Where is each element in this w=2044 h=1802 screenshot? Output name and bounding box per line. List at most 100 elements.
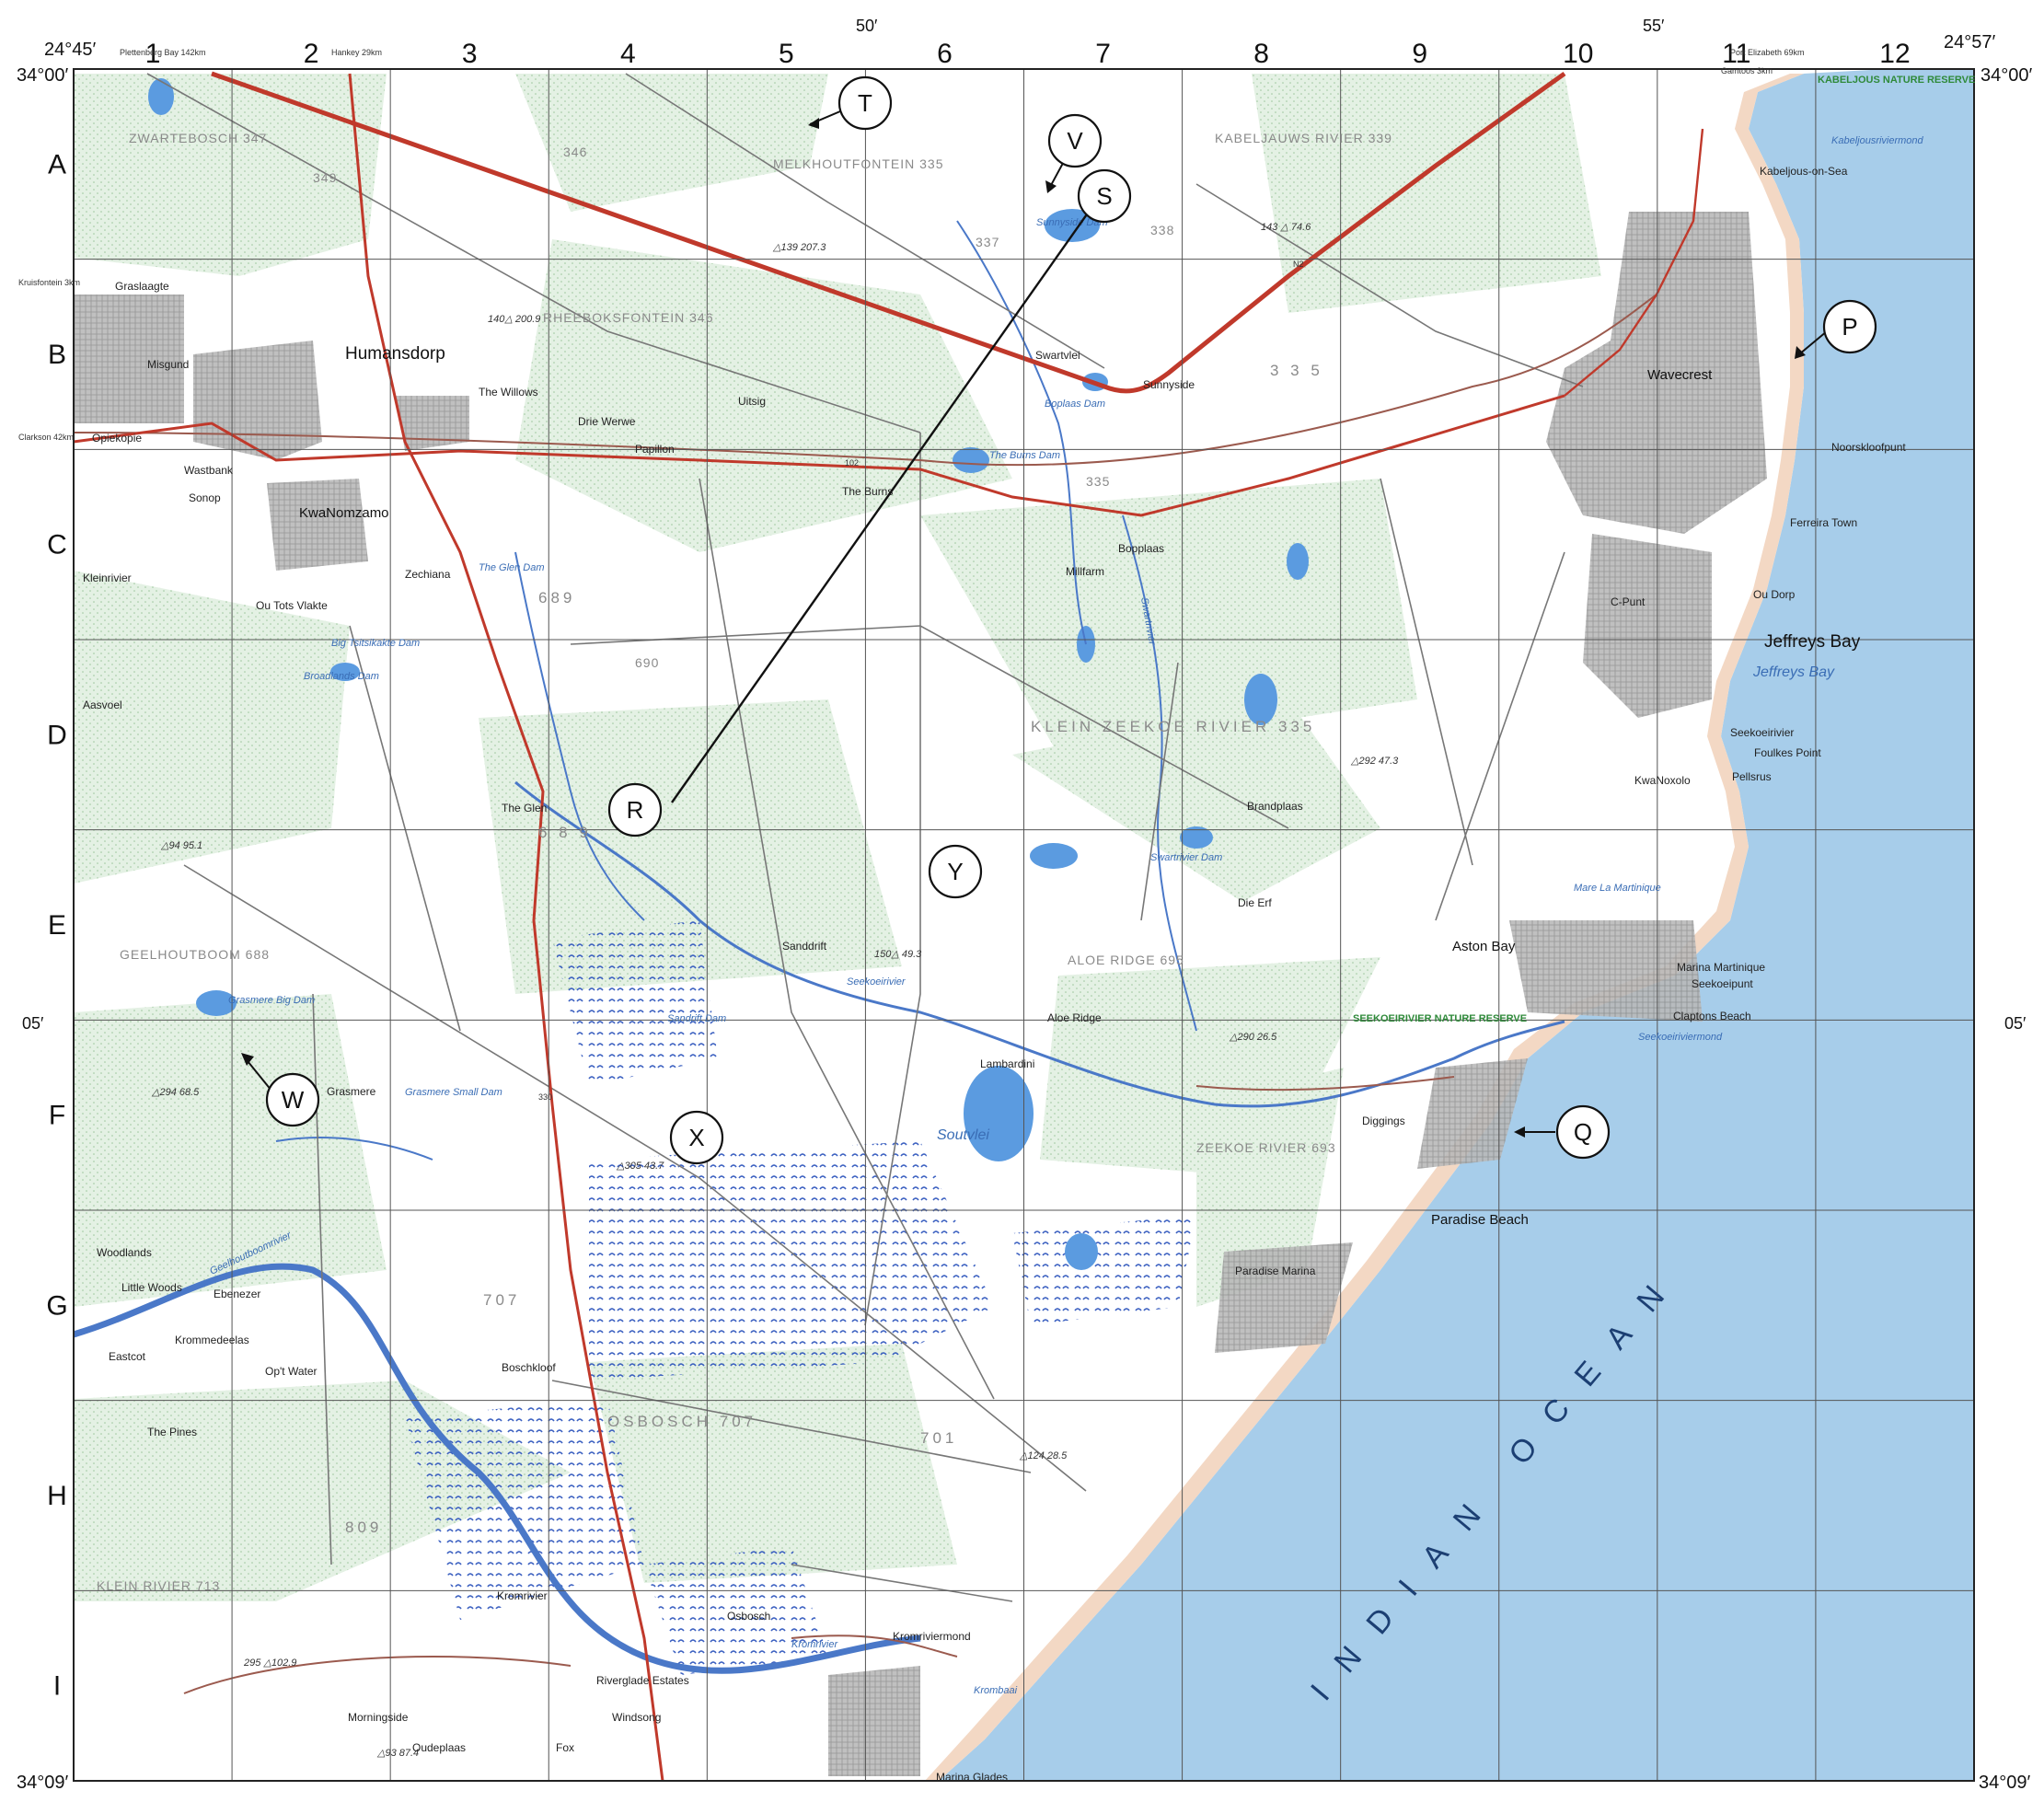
- height-295: 295 △102.9: [243, 1658, 296, 1669]
- coord-top-right-lon: 24°57′: [1944, 32, 1995, 52]
- town-paradise-beach: Paradise Beach: [1431, 1212, 1529, 1228]
- road-to-kruisfontein: Kruisfontein 3km: [18, 278, 80, 287]
- town-riverglade-estates: Riverglade Estates: [596, 1674, 689, 1687]
- grid-row-label: A: [48, 149, 66, 179]
- column-labels: 1 2 3 4 5 6 7 8 9 10 11 12: [145, 39, 1911, 69]
- town-papillon: Papillon: [635, 443, 675, 456]
- grid-row-label: D: [47, 720, 67, 750]
- swartrivier-dam-label: Swartrivier Dam: [1150, 852, 1222, 863]
- farm-346: 346: [563, 144, 587, 159]
- seekoeirivier-river-label: Seekoeirivier: [847, 976, 907, 988]
- town-kromrivier: Kromrivier: [497, 1589, 548, 1602]
- farm-689: 689: [538, 589, 575, 606]
- town-morningside: Morningside: [348, 1711, 409, 1724]
- road-to-clarkson: Clarkson 42km: [18, 433, 74, 442]
- grid-column-label: 10: [1563, 39, 1593, 69]
- grid-column-label: 2: [304, 39, 319, 69]
- marker-t: T: [837, 75, 893, 131]
- farm-707: 707: [483, 1291, 520, 1309]
- grid-row-label: F: [49, 1101, 65, 1131]
- grid-column-label: 6: [937, 39, 953, 69]
- farm-geelhoutboom: GEELHOUTBOOM 688: [120, 947, 270, 962]
- farm-3-3-5: 3 3 5: [1270, 362, 1323, 379]
- town-marina-martinique: Marina Martinique: [1677, 961, 1765, 974]
- town-fox: Fox: [556, 1741, 574, 1754]
- town-opiekopie: Opiekopie: [92, 432, 142, 445]
- town-woodlands: Woodlands: [97, 1246, 152, 1259]
- grid-row-label: E: [48, 910, 66, 941]
- grid-column-label: 3: [462, 39, 478, 69]
- height-140: 140△ 200.9: [488, 314, 540, 325]
- grid-row-label: I: [53, 1671, 61, 1702]
- marker-p: P: [1822, 299, 1877, 354]
- farm-349: 349: [313, 170, 337, 185]
- broadlands-dam-label: Broadlands Dam: [304, 671, 379, 682]
- marker-letter: X: [688, 1124, 704, 1151]
- grid-column-label: 7: [1095, 39, 1111, 69]
- farm-335: 335: [1086, 474, 1110, 489]
- town-grasmere: Grasmere: [327, 1085, 376, 1098]
- grid-column-label: 9: [1412, 39, 1427, 69]
- grasmere-small-dam-label: Grasmere Small Dam: [405, 1087, 502, 1098]
- road-r102: 102: [845, 458, 859, 468]
- farm-aloe-ridge: ALOE RIDGE 695: [1068, 953, 1184, 967]
- height-292: △292 47.3: [1350, 756, 1399, 767]
- town-sanddrift: Sanddrift: [782, 940, 827, 953]
- mare-la-martinique-label: Mare La Martinique: [1574, 883, 1661, 894]
- marker-q: Q: [1555, 1104, 1611, 1160]
- grid-column-label: 8: [1253, 39, 1269, 69]
- town-marina-glades: Marina Glades: [936, 1771, 1008, 1784]
- town-windsong: Windsong: [612, 1711, 661, 1724]
- coord-right-05: 05′: [2004, 1014, 2027, 1033]
- sandrift-dam-label: Sandrift Dam: [667, 1013, 726, 1024]
- height-305: △305 43.7: [616, 1161, 664, 1172]
- jeffreys-bay-water-label: Jeffreys Bay: [1752, 664, 1835, 680]
- height-93: △93 87.4: [376, 1748, 419, 1759]
- town-ferreira-town: Ferreira Town: [1790, 516, 1857, 529]
- town-humansdorp: Humansdorp: [345, 344, 445, 364]
- farm-klein-rivier: KLEIN RIVIER 713: [97, 1578, 220, 1593]
- coord-bottom-left-lat: 34°09′: [17, 1773, 68, 1793]
- farm-6-8-9: 6 8 9: [538, 824, 592, 841]
- marker-letter: T: [858, 89, 872, 117]
- town-brandplaas: Brandplaas: [1247, 800, 1303, 813]
- town-seekoeirivier: Seekoeirivier: [1730, 726, 1794, 739]
- town-claptons-beach: Claptons Beach: [1673, 1010, 1751, 1022]
- height-124: △124 28.5: [1019, 1450, 1068, 1461]
- coord-top-right-lat: 34°00′: [1980, 65, 2032, 86]
- farm-zwartebosch: ZWARTEBOSCH 347: [129, 131, 267, 145]
- farm-337: 337: [976, 235, 999, 249]
- kromrivier-label: Kromrivier: [791, 1639, 838, 1650]
- seekoeiriviermond-label: Seekoeiriviermond: [1638, 1032, 1723, 1043]
- town-diggings: Diggings: [1362, 1115, 1405, 1127]
- coord-top-left-lon: 24°45′: [44, 40, 96, 60]
- big-tsitsikakte-dam-label: Big Tsitsikakte Dam: [331, 638, 420, 649]
- grid-column-label: 4: [620, 39, 636, 69]
- marker-x: X: [669, 1110, 724, 1165]
- topographic-map: 1 2 3 4 5 6 7 8 9 10 11 12 ABCDEFGHI 24°45′ 34°00′ …: [0, 0, 2044, 1797]
- farm-melkhoutfontein: MELKHOUTFONTEIN 335: [773, 156, 943, 171]
- coord-bottom-right-lat: 34°09′: [1979, 1773, 2030, 1793]
- marker-letter: Q: [1574, 1118, 1592, 1146]
- marker-letter: V: [1067, 127, 1083, 155]
- marker-letter: W: [282, 1086, 305, 1114]
- the-glen-dam-label: The Glen Dam: [479, 562, 545, 573]
- road-to-hankey: Hankey 29km: [331, 48, 382, 57]
- town-ou-dorp: Ou Dorp: [1753, 588, 1796, 601]
- marker-y: Y: [928, 844, 983, 899]
- marker-r: R: [607, 782, 663, 837]
- town-zechiana: Zechiana: [405, 568, 451, 581]
- grid-row-label: C: [47, 530, 67, 560]
- farm-701: 701: [920, 1429, 957, 1447]
- town-aasvoel: Aasvoel: [83, 699, 122, 711]
- road-to-port-elizabeth: Port Elizabeth 69km: [1730, 48, 1805, 57]
- farm-rheeboksfontein: RHEEBOKSFONTEIN 346: [543, 310, 714, 325]
- town-misgund: Misgund: [147, 358, 189, 371]
- farm-zeekoe-rivier: ZEEKOE RIVIER 693: [1196, 1140, 1336, 1155]
- road-r330: 330: [538, 1092, 552, 1102]
- marker-v: V: [1047, 113, 1103, 168]
- town-the-pines: The Pines: [147, 1426, 197, 1438]
- town-sonop: Sonop: [189, 491, 221, 504]
- grid-row-label: H: [47, 1481, 67, 1511]
- marker-letter: Y: [947, 858, 963, 885]
